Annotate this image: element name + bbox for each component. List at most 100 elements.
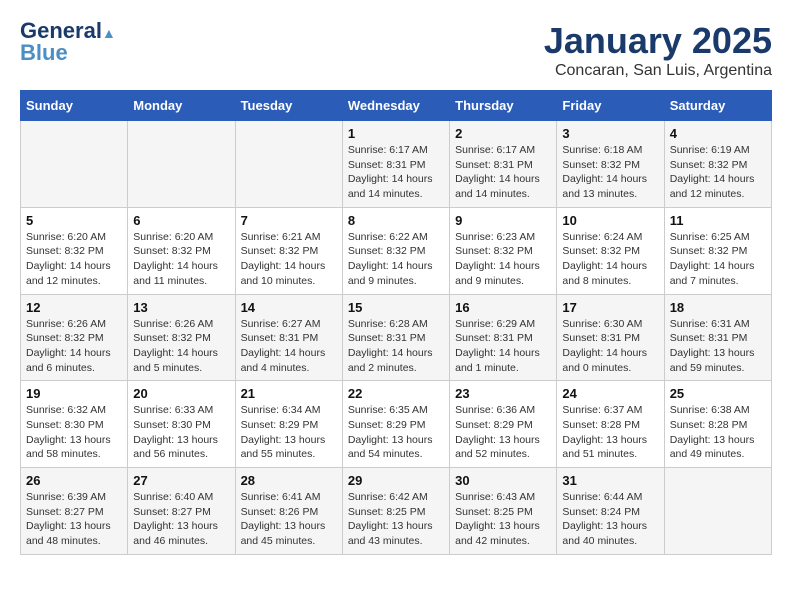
calendar-cell: 11 Sunrise: 6:25 AM Sunset: 8:32 PM Dayli… <box>664 207 771 294</box>
calendar-cell: 15 Sunrise: 6:28 AM Sunset: 8:31 PM Dayli… <box>342 294 449 381</box>
day-info: Sunrise: 6:41 AM Sunset: 8:26 PM Dayligh… <box>241 490 337 549</box>
day-info: Sunrise: 6:36 AM Sunset: 8:29 PM Dayligh… <box>455 403 551 462</box>
day-info: Sunrise: 6:20 AM Sunset: 8:32 PM Dayligh… <box>133 230 229 289</box>
week-row: 5 Sunrise: 6:20 AM Sunset: 8:32 PM Daylig… <box>21 207 772 294</box>
day-number: 1 <box>348 126 444 141</box>
calendar-cell: 16 Sunrise: 6:29 AM Sunset: 8:31 PM Dayli… <box>450 294 557 381</box>
day-info: Sunrise: 6:33 AM Sunset: 8:30 PM Dayligh… <box>133 403 229 462</box>
day-info: Sunrise: 6:37 AM Sunset: 8:28 PM Dayligh… <box>562 403 658 462</box>
calendar-cell: 1 Sunrise: 6:17 AM Sunset: 8:31 PM Daylig… <box>342 121 449 208</box>
calendar-cell: 4 Sunrise: 6:19 AM Sunset: 8:32 PM Daylig… <box>664 121 771 208</box>
calendar-cell: 2 Sunrise: 6:17 AM Sunset: 8:31 PM Daylig… <box>450 121 557 208</box>
day-number: 31 <box>562 473 658 488</box>
logo: General▲ Blue <box>20 20 116 64</box>
calendar-cell: 17 Sunrise: 6:30 AM Sunset: 8:31 PM Dayli… <box>557 294 664 381</box>
day-number: 5 <box>26 213 122 228</box>
day-number: 18 <box>670 300 766 315</box>
calendar-cell: 27 Sunrise: 6:40 AM Sunset: 8:27 PM Dayli… <box>128 468 235 555</box>
day-info: Sunrise: 6:26 AM Sunset: 8:32 PM Dayligh… <box>133 317 229 376</box>
day-info: Sunrise: 6:44 AM Sunset: 8:24 PM Dayligh… <box>562 490 658 549</box>
calendar-cell: 12 Sunrise: 6:26 AM Sunset: 8:32 PM Dayli… <box>21 294 128 381</box>
day-info: Sunrise: 6:43 AM Sunset: 8:25 PM Dayligh… <box>455 490 551 549</box>
calendar-cell: 29Sunrise: 6:42 AM Sunset: 8:25 PM Dayli… <box>342 468 449 555</box>
calendar-cell: 5 Sunrise: 6:20 AM Sunset: 8:32 PM Daylig… <box>21 207 128 294</box>
day-info: Sunrise: 6:35 AM Sunset: 8:29 PM Dayligh… <box>348 403 444 462</box>
day-info: Sunrise: 6:24 AM Sunset: 8:32 PM Dayligh… <box>562 230 658 289</box>
day-number: 13 <box>133 300 229 315</box>
day-number: 16 <box>455 300 551 315</box>
day-info: Sunrise: 6:17 AM Sunset: 8:31 PM Dayligh… <box>348 143 444 202</box>
calendar-cell: 7 Sunrise: 6:21 AM Sunset: 8:32 PM Daylig… <box>235 207 342 294</box>
day-info: Sunrise: 6:40 AM Sunset: 8:27 PM Dayligh… <box>133 490 229 549</box>
calendar-cell: 20 Sunrise: 6:33 AM Sunset: 8:30 PM Dayli… <box>128 381 235 468</box>
day-info: Sunrise: 6:18 AM Sunset: 8:32 PM Dayligh… <box>562 143 658 202</box>
day-number: 7 <box>241 213 337 228</box>
day-number: 26 <box>26 473 122 488</box>
day-number: 6 <box>133 213 229 228</box>
column-header-friday: Friday <box>557 91 664 121</box>
day-number: 11 <box>670 213 766 228</box>
day-info: Sunrise: 6:27 AM Sunset: 8:31 PM Dayligh… <box>241 317 337 376</box>
calendar-cell: 28 Sunrise: 6:41 AM Sunset: 8:26 PM Dayli… <box>235 468 342 555</box>
calendar-cell <box>664 468 771 555</box>
day-number: 23 <box>455 386 551 401</box>
day-number: 15 <box>348 300 444 315</box>
logo-text: General▲ Blue <box>20 20 116 64</box>
calendar-cell: 19Sunrise: 6:32 AM Sunset: 8:30 PM Dayli… <box>21 381 128 468</box>
column-header-sunday: Sunday <box>21 91 128 121</box>
day-number: 19 <box>26 386 122 401</box>
day-info: Sunrise: 6:28 AM Sunset: 8:31 PM Dayligh… <box>348 317 444 376</box>
calendar-cell: 10 Sunrise: 6:24 AM Sunset: 8:32 PM Dayli… <box>557 207 664 294</box>
day-number: 27 <box>133 473 229 488</box>
calendar-cell: 21Sunrise: 6:34 AM Sunset: 8:29 PM Dayli… <box>235 381 342 468</box>
calendar-cell: 23 Sunrise: 6:36 AM Sunset: 8:29 PM Dayli… <box>450 381 557 468</box>
calendar-table: SundayMondayTuesdayWednesdayThursdayFrid… <box>20 90 772 555</box>
calendar-cell <box>21 121 128 208</box>
day-number: 29 <box>348 473 444 488</box>
month-title: January 2025 <box>544 20 772 62</box>
calendar-cell: 14 Sunrise: 6:27 AM Sunset: 8:31 PM Dayli… <box>235 294 342 381</box>
day-info: Sunrise: 6:34 AM Sunset: 8:29 PM Dayligh… <box>241 403 337 462</box>
day-info: Sunrise: 6:39 AM Sunset: 8:27 PM Dayligh… <box>26 490 122 549</box>
day-info: Sunrise: 6:29 AM Sunset: 8:31 PM Dayligh… <box>455 317 551 376</box>
page-header: General▲ Blue January 2025 Concaran, San… <box>20 20 772 80</box>
day-info: Sunrise: 6:17 AM Sunset: 8:31 PM Dayligh… <box>455 143 551 202</box>
calendar-cell <box>128 121 235 208</box>
week-row: 19Sunrise: 6:32 AM Sunset: 8:30 PM Dayli… <box>21 381 772 468</box>
day-info: Sunrise: 6:30 AM Sunset: 8:31 PM Dayligh… <box>562 317 658 376</box>
calendar-cell: 22 Sunrise: 6:35 AM Sunset: 8:29 PM Dayli… <box>342 381 449 468</box>
day-number: 10 <box>562 213 658 228</box>
day-number: 2 <box>455 126 551 141</box>
calendar-cell: 9 Sunrise: 6:23 AM Sunset: 8:32 PM Daylig… <box>450 207 557 294</box>
day-info: Sunrise: 6:38 AM Sunset: 8:28 PM Dayligh… <box>670 403 766 462</box>
day-number: 8 <box>348 213 444 228</box>
day-number: 3 <box>562 126 658 141</box>
column-header-wednesday: Wednesday <box>342 91 449 121</box>
day-info: Sunrise: 6:25 AM Sunset: 8:32 PM Dayligh… <box>670 230 766 289</box>
calendar-cell <box>235 121 342 208</box>
day-info: Sunrise: 6:20 AM Sunset: 8:32 PM Dayligh… <box>26 230 122 289</box>
column-header-monday: Monday <box>128 91 235 121</box>
calendar-cell: 18 Sunrise: 6:31 AM Sunset: 8:31 PM Dayli… <box>664 294 771 381</box>
day-info: Sunrise: 6:26 AM Sunset: 8:32 PM Dayligh… <box>26 317 122 376</box>
day-info: Sunrise: 6:22 AM Sunset: 8:32 PM Dayligh… <box>348 230 444 289</box>
calendar-cell: 30Sunrise: 6:43 AM Sunset: 8:25 PM Dayli… <box>450 468 557 555</box>
calendar-cell: 8 Sunrise: 6:22 AM Sunset: 8:32 PM Daylig… <box>342 207 449 294</box>
day-info: Sunrise: 6:23 AM Sunset: 8:32 PM Dayligh… <box>455 230 551 289</box>
day-number: 4 <box>670 126 766 141</box>
week-row: 1 Sunrise: 6:17 AM Sunset: 8:31 PM Daylig… <box>21 121 772 208</box>
day-number: 9 <box>455 213 551 228</box>
day-info: Sunrise: 6:31 AM Sunset: 8:31 PM Dayligh… <box>670 317 766 376</box>
day-number: 17 <box>562 300 658 315</box>
calendar-cell: 24Sunrise: 6:37 AM Sunset: 8:28 PM Dayli… <box>557 381 664 468</box>
day-number: 20 <box>133 386 229 401</box>
day-number: 14 <box>241 300 337 315</box>
day-number: 12 <box>26 300 122 315</box>
week-row: 26 Sunrise: 6:39 AM Sunset: 8:27 PM Dayli… <box>21 468 772 555</box>
day-number: 28 <box>241 473 337 488</box>
day-number: 22 <box>348 386 444 401</box>
day-info: Sunrise: 6:19 AM Sunset: 8:32 PM Dayligh… <box>670 143 766 202</box>
column-header-tuesday: Tuesday <box>235 91 342 121</box>
week-row: 12 Sunrise: 6:26 AM Sunset: 8:32 PM Dayli… <box>21 294 772 381</box>
day-info: Sunrise: 6:21 AM Sunset: 8:32 PM Dayligh… <box>241 230 337 289</box>
